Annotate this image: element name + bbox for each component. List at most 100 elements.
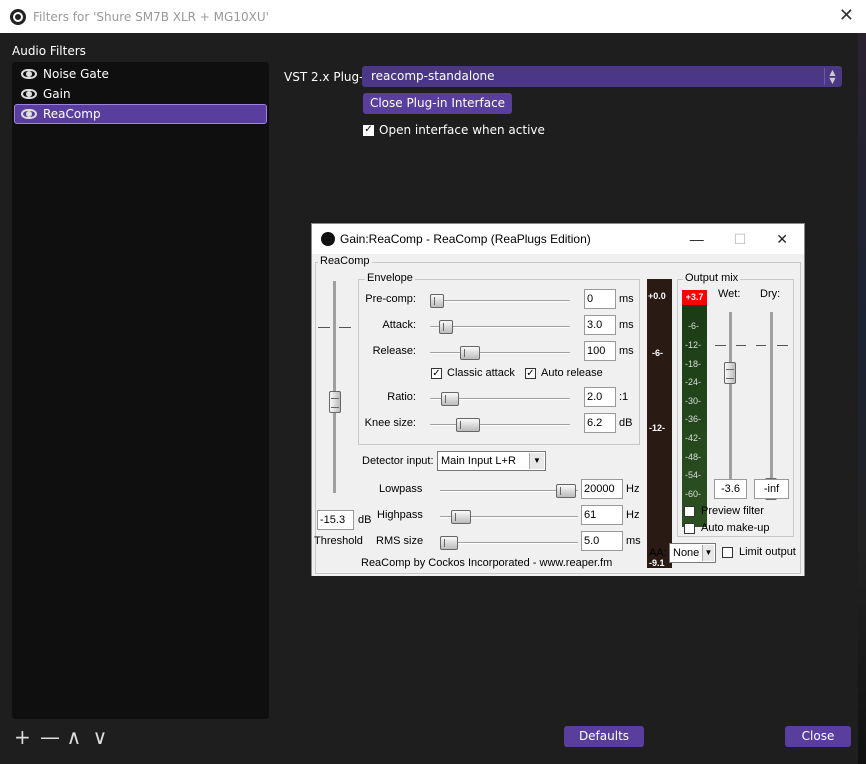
- defaults-button[interactable]: Defaults: [564, 726, 644, 747]
- threshold-slider-thumb[interactable]: [329, 391, 341, 413]
- open-when-active-checkbox[interactable]: ✓: [363, 124, 374, 136]
- filter-item-noise-gate[interactable]: Noise Gate: [14, 64, 267, 84]
- output-scale-label: -30-: [685, 396, 702, 406]
- detector-input-select[interactable]: Main Input L+R ▼: [437, 451, 546, 471]
- reacomp-credit: ReaComp by Cockos Incorporated - www.rea…: [361, 557, 613, 569]
- audio-filters-heading: Audio Filters: [12, 44, 86, 58]
- knee-label: Knee size:: [364, 417, 416, 429]
- move-down-icon[interactable]: ∨: [92, 727, 108, 747]
- preview-filter-checkbox[interactable]: [684, 506, 695, 517]
- rms-size-slider-thumb[interactable]: [440, 536, 458, 550]
- classic-attack-label: Classic attack: [447, 367, 515, 379]
- chevron-down-icon: ▼: [702, 545, 714, 561]
- threshold-unit: dB: [358, 514, 372, 526]
- output-mix-label: Output mix: [683, 272, 741, 284]
- dry-tick-left: [756, 345, 766, 346]
- gr-meter-mid1-label: -6-: [652, 348, 663, 358]
- knee-value-field[interactable]: 6.2: [584, 413, 616, 433]
- close-plugin-interface-button[interactable]: Close Plug-in Interface: [363, 93, 512, 114]
- release-unit: ms: [619, 345, 634, 357]
- release-slider-thumb[interactable]: [460, 346, 480, 360]
- auto-makeup-checkbox[interactable]: [684, 523, 695, 534]
- threshold-value-field[interactable]: -15.3: [317, 510, 354, 530]
- obs-app-icon: [321, 232, 335, 246]
- envelope-group-label: Envelope: [365, 272, 415, 284]
- reacomp-window: Gain:ReaComp - ReaComp (ReaPlugs Edition…: [311, 223, 805, 576]
- output-scale-label: -48-: [685, 452, 702, 462]
- close-button[interactable]: Close: [785, 726, 851, 747]
- lowpass-value-field[interactable]: 20000: [581, 479, 623, 499]
- output-scale-label: -54-: [685, 470, 702, 480]
- lowpass-unit: Hz: [626, 483, 640, 495]
- knee-slider-thumb[interactable]: [456, 418, 480, 432]
- preview-filter-label: Preview filter: [701, 505, 764, 517]
- lowpass-slider-thumb[interactable]: [556, 484, 576, 498]
- reacomp-body: ReaComp -15.3 dB Threshold Envelope Pre-…: [312, 254, 804, 576]
- highpass-slider-thumb[interactable]: [451, 510, 471, 524]
- remove-filter-icon[interactable]: —: [40, 727, 60, 747]
- precomp-label: Pre-comp:: [365, 293, 416, 305]
- close-icon[interactable]: ✕: [776, 231, 788, 248]
- threshold-label: Threshold: [314, 535, 363, 547]
- filter-item-reacomp[interactable]: ReaComp: [14, 104, 267, 124]
- rms-size-value-field[interactable]: 5.0: [581, 531, 623, 551]
- precomp-track: [430, 300, 570, 302]
- move-up-icon[interactable]: ∧: [66, 727, 82, 747]
- precomp-value-field[interactable]: 0: [584, 289, 616, 309]
- maximize-icon[interactable]: ☐: [734, 231, 747, 248]
- add-filter-icon[interactable]: +: [14, 727, 31, 747]
- rms-size-track: [440, 542, 578, 544]
- visibility-eye-icon[interactable]: [21, 89, 37, 99]
- vst-plugin-select[interactable]: reacomp-standalone ▲ ▼: [362, 66, 842, 87]
- visibility-eye-icon[interactable]: [21, 109, 37, 119]
- chevron-down-icon: ▼: [529, 453, 544, 469]
- ratio-label: Ratio:: [387, 391, 416, 403]
- wet-value-field[interactable]: -3.6: [714, 479, 747, 499]
- rms-size-unit: ms: [626, 535, 641, 547]
- filter-item-label: Gain: [43, 87, 71, 101]
- auto-release-checkbox[interactable]: ✓: [525, 368, 536, 379]
- highpass-unit: Hz: [626, 509, 640, 521]
- output-scale-label: -60-: [685, 489, 702, 499]
- filter-item-gain[interactable]: Gain: [14, 84, 267, 104]
- aa-select[interactable]: None ▼: [669, 543, 716, 563]
- knee-unit: dB: [619, 417, 633, 429]
- filter-item-label: Noise Gate: [43, 67, 109, 81]
- select-arrows-icon: ▲ ▼: [824, 68, 840, 85]
- wet-track: [729, 312, 732, 498]
- release-value-field[interactable]: 100: [584, 341, 616, 361]
- detector-input-label: Detector input:: [362, 455, 434, 467]
- ratio-value-field[interactable]: 2.0: [584, 387, 616, 407]
- wet-slider-thumb[interactable]: [724, 362, 736, 384]
- limit-output-label: Limit output: [739, 546, 796, 558]
- highpass-value-field[interactable]: 61: [581, 505, 623, 525]
- knee-track: [430, 424, 570, 426]
- attack-value-field[interactable]: 3.0: [584, 315, 616, 335]
- ratio-slider-thumb[interactable]: [441, 392, 459, 406]
- detector-input-value: Main Input L+R: [441, 455, 516, 467]
- wet-label: Wet:: [718, 288, 741, 300]
- open-when-active-option[interactable]: ✓ Open interface when active: [363, 123, 545, 137]
- lowpass-label: Lowpass: [379, 483, 423, 495]
- dry-track: [770, 312, 773, 498]
- limit-output-checkbox[interactable]: [722, 547, 733, 558]
- precomp-slider-thumb[interactable]: [430, 294, 444, 308]
- attack-slider-thumb[interactable]: [439, 320, 453, 334]
- reacomp-title: Gain:ReaComp - ReaComp (ReaPlugs Edition…: [340, 232, 591, 246]
- close-icon[interactable]: ✕: [839, 7, 854, 25]
- auto-release-label: Auto release: [541, 367, 603, 379]
- filter-list: Noise Gate Gain ReaComp: [12, 62, 269, 719]
- highpass-label: Highpass: [377, 509, 423, 521]
- minimize-icon[interactable]: —: [690, 231, 704, 248]
- output-scale-label: -42-: [685, 433, 702, 443]
- aa-value: None: [673, 547, 700, 559]
- threshold-tick-right: [339, 327, 351, 328]
- classic-attack-checkbox[interactable]: ✓: [431, 368, 442, 379]
- window-titlebar: Filters for 'Shure SM7B XLR + MG10XU' ✕: [0, 0, 866, 33]
- dry-value-field[interactable]: -inf: [754, 479, 789, 499]
- visibility-eye-icon[interactable]: [21, 69, 37, 79]
- output-clip-indicator: +3.7: [682, 290, 707, 305]
- wet-tick-left: [715, 345, 726, 346]
- threshold-tick-left: [318, 327, 330, 328]
- gr-meter-mid2-label: -12-: [649, 423, 666, 433]
